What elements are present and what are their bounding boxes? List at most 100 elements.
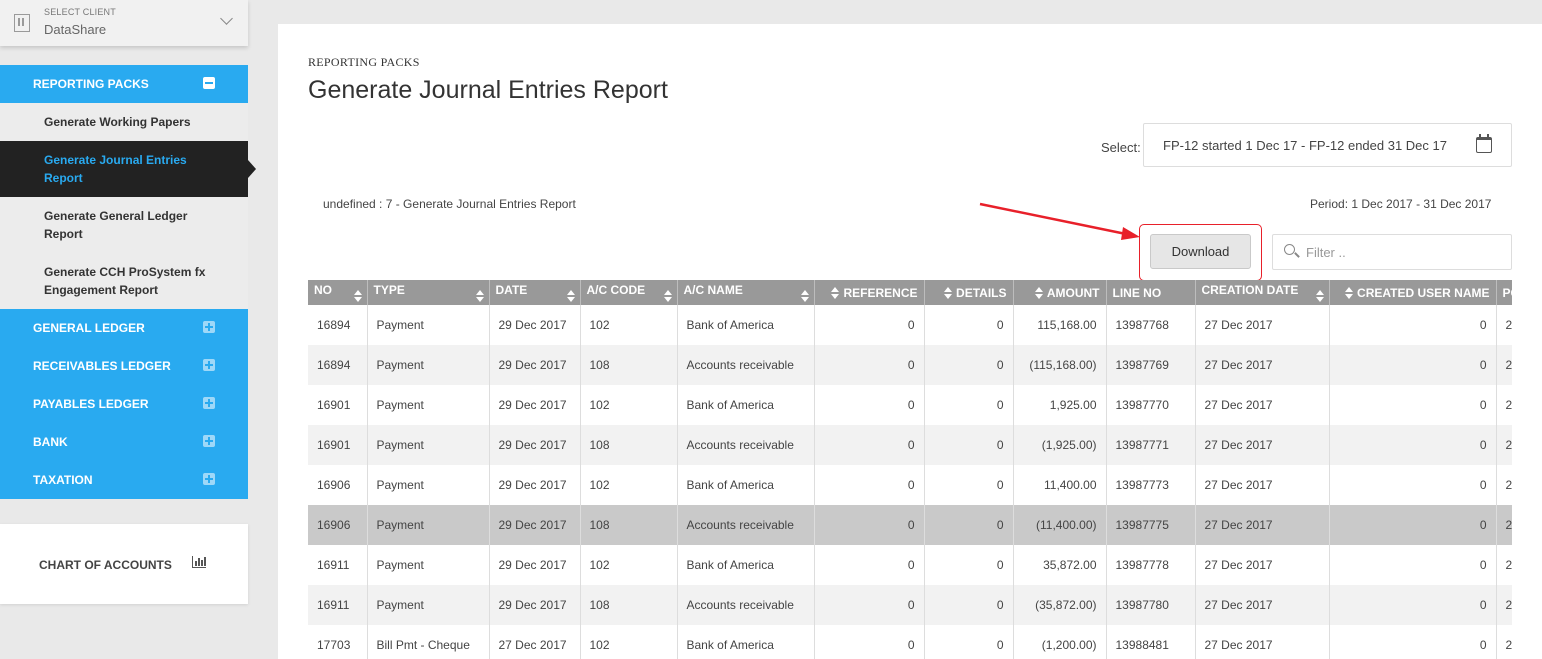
client-selector[interactable]: SELECT CLIENT DataShare xyxy=(0,0,248,46)
table-cell: 16901 xyxy=(308,425,368,465)
table-cell: 102 xyxy=(580,385,678,425)
table-cell: 13987775 xyxy=(1106,505,1196,545)
col-ac-name[interactable]: A/C NAME xyxy=(677,280,815,305)
table-cell: 13987768 xyxy=(1106,305,1196,345)
nav-item-working-papers[interactable]: Generate Working Papers xyxy=(0,103,248,141)
nav-section-payables-ledger[interactable]: PAYABLES LEDGER xyxy=(0,385,248,423)
table-cell: 16911 xyxy=(308,545,368,585)
expand-icon[interactable] xyxy=(203,359,215,371)
table-cell: Bank of America xyxy=(677,385,815,425)
table-cell: 16901 xyxy=(308,385,368,425)
table-cell: 29 Dec 2017 xyxy=(489,385,581,425)
nav-item-cch-engagement-report[interactable]: Generate CCH ProSystem fx Engagement Rep… xyxy=(0,253,248,309)
table-cell: 13987770 xyxy=(1106,385,1196,425)
table-row[interactable]: 16906 Payment 29 Dec 2017 102 Bank of Americ… xyxy=(308,465,1512,505)
table-cell: Bank of America xyxy=(677,625,815,659)
sort-icon[interactable] xyxy=(1345,286,1354,299)
table-cell: 27 Dec 2017 xyxy=(1195,585,1330,625)
sort-icon[interactable] xyxy=(663,290,672,302)
table-cell: 108 xyxy=(580,505,678,545)
collapse-icon[interactable] xyxy=(203,77,215,89)
sort-icon[interactable] xyxy=(566,290,575,302)
table-cell: 29 Dec 2017 xyxy=(489,345,581,385)
table-row[interactable]: 16901 Payment 29 Dec 2017 102 Bank of Americ… xyxy=(308,385,1512,425)
sort-icon[interactable] xyxy=(1315,290,1324,302)
table-row[interactable]: 16901 Payment 29 Dec 2017 108 Accounts recei… xyxy=(308,425,1512,465)
table-cell: 0 xyxy=(924,625,1014,659)
col-amount[interactable]: AMOUNT xyxy=(1013,280,1107,305)
table-cell: 0 xyxy=(924,385,1014,425)
table-row[interactable]: 16906 Payment 29 Dec 2017 108 Accounts recei… xyxy=(308,505,1512,545)
table-row[interactable]: 17703 Bill Pmt - Cheque 27 Dec 2017 102 Bank… xyxy=(308,625,1512,659)
table-cell: 16894 xyxy=(308,345,368,385)
table-cell: Payment xyxy=(367,385,490,425)
table-cell: Accounts receivable xyxy=(677,505,815,545)
col-details[interactable]: DETAILS xyxy=(924,280,1014,305)
nav-item-general-ledger-report[interactable]: Generate General Ledger Report xyxy=(0,197,248,253)
table-cell: 108 xyxy=(580,345,678,385)
table-cell: 108 xyxy=(580,585,678,625)
sort-icon[interactable] xyxy=(475,290,484,302)
sort-icon[interactable] xyxy=(800,290,809,302)
nav-section-receivables-ledger[interactable]: RECEIVABLES LEDGER xyxy=(0,347,248,385)
table-cell: 102 xyxy=(580,305,678,345)
expand-icon[interactable] xyxy=(203,435,215,447)
table-cell: 13987771 xyxy=(1106,425,1196,465)
table-cell: 0 xyxy=(924,465,1014,505)
sidebar-nav: REPORTING PACKS Generate Working Papers … xyxy=(0,65,256,499)
nav-section-general-ledger[interactable]: GENERAL LEDGER xyxy=(0,309,248,347)
table-cell: 102 xyxy=(580,625,678,659)
chevron-down-icon[interactable] xyxy=(220,12,233,25)
col-created-user-name[interactable]: CREATED USER NAME xyxy=(1329,280,1497,305)
table-cell: (35,872.00) xyxy=(1013,585,1107,625)
table-cell: Bank of America xyxy=(677,465,815,505)
col-line-no[interactable]: LINE NO xyxy=(1106,280,1196,305)
table-cell: 0 xyxy=(1329,385,1497,425)
chart-of-accounts-link[interactable]: CHART OF ACCOUNTS xyxy=(0,524,248,604)
table-row[interactable]: 16911 Payment 29 Dec 2017 102 Bank of Americ… xyxy=(308,545,1512,585)
expand-icon[interactable] xyxy=(203,321,215,333)
sort-icon[interactable] xyxy=(944,286,953,299)
table-row[interactable]: 16894 Payment 29 Dec 2017 102 Bank of Americ… xyxy=(308,305,1512,345)
search-icon xyxy=(1284,244,1295,255)
report-subtitle: undefined : 7 - Generate Journal Entries… xyxy=(323,197,576,211)
table-cell: 29 Dec 2017 xyxy=(489,545,581,585)
table-cell: 13987773 xyxy=(1106,465,1196,505)
col-no[interactable]: NO xyxy=(308,280,368,305)
table-cell: 0 xyxy=(814,425,925,465)
table-cell: 13987780 xyxy=(1106,585,1196,625)
col-date[interactable]: DATE xyxy=(489,280,581,305)
table-row[interactable]: 16894 Payment 29 Dec 2017 108 Accounts recei… xyxy=(308,345,1512,385)
nav-item-journal-entries[interactable]: Generate Journal Entries Report xyxy=(0,141,256,197)
expand-icon[interactable] xyxy=(203,397,215,409)
col-type[interactable]: TYPE xyxy=(367,280,490,305)
expand-icon[interactable] xyxy=(203,473,215,485)
table-cell: 27 Dec 2017 xyxy=(1195,425,1330,465)
nav-section-reporting-packs[interactable]: REPORTING PACKS xyxy=(0,65,248,103)
table-cell: 2 xyxy=(1496,425,1512,465)
calendar-icon[interactable] xyxy=(1476,134,1492,153)
table-cell: 13987769 xyxy=(1106,345,1196,385)
download-button[interactable]: Download xyxy=(1150,234,1251,269)
sort-icon[interactable] xyxy=(1034,286,1043,299)
col-reference[interactable]: REFERENCE xyxy=(814,280,925,305)
table-row[interactable]: 16911 Payment 29 Dec 2017 108 Accounts recei… xyxy=(308,585,1512,625)
nav-section-bank[interactable]: BANK xyxy=(0,423,248,461)
nav-section-taxation[interactable]: TAXATION xyxy=(0,461,248,499)
col-creation-date[interactable]: CREATION DATE xyxy=(1195,280,1330,305)
table-cell: 17703 xyxy=(308,625,368,659)
table-cell: 0 xyxy=(814,505,925,545)
journal-entries-table: NO TYPE DATE A/C CODE A/C NAME REFERENCE… xyxy=(308,280,1512,659)
table-cell: 29 Dec 2017 xyxy=(489,305,581,345)
table-cell: 2 xyxy=(1496,305,1512,345)
table-cell: 27 Dec 2017 xyxy=(489,625,581,659)
table-cell: 0 xyxy=(814,465,925,505)
sort-icon[interactable] xyxy=(831,286,840,299)
col-po[interactable]: PO xyxy=(1496,280,1512,305)
table-cell: 27 Dec 2017 xyxy=(1195,465,1330,505)
filter-input[interactable] xyxy=(1272,234,1512,270)
period-selector[interactable]: FP-12 started 1 Dec 17 - FP-12 ended 31 … xyxy=(1143,123,1512,167)
col-ac-code[interactable]: A/C CODE xyxy=(580,280,678,305)
table-cell: 13987778 xyxy=(1106,545,1196,585)
sort-icon[interactable] xyxy=(353,290,362,302)
